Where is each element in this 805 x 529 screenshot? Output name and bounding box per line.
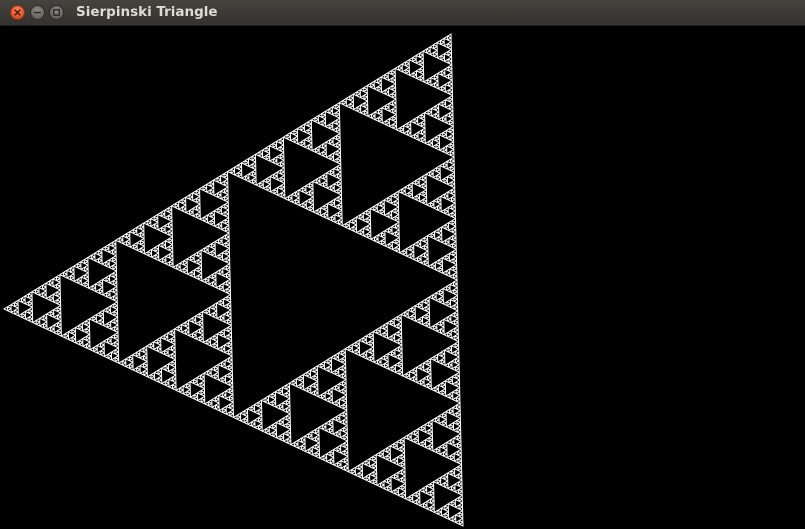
maximize-button[interactable] xyxy=(49,5,64,20)
window-title: Sierpinski Triangle xyxy=(76,4,218,20)
minimize-button[interactable] xyxy=(30,5,45,20)
fractal-outline xyxy=(2,33,464,527)
title-bar[interactable]: Sierpinski Triangle xyxy=(0,0,805,26)
drawing-canvas[interactable] xyxy=(0,26,805,529)
maximize-icon xyxy=(53,9,60,16)
minimize-icon xyxy=(34,11,41,14)
close-icon xyxy=(14,9,21,16)
close-button[interactable] xyxy=(10,5,25,20)
app-window: Sierpinski Triangle xyxy=(0,0,805,529)
sierpinski-triangle xyxy=(2,33,464,527)
